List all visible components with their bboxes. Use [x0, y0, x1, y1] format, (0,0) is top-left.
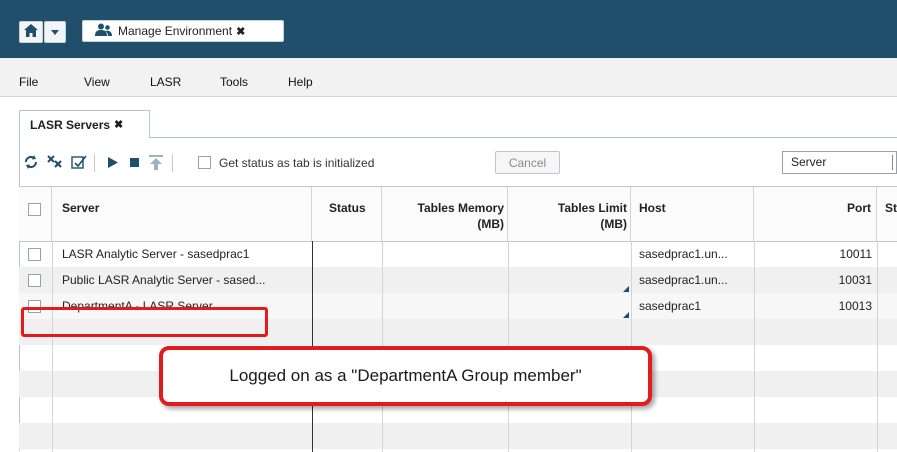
- column-header-label: Status: [329, 201, 366, 215]
- menu-bar: File View LASR Tools Help: [0, 58, 897, 97]
- column-header-label: Tables Limit: [557, 201, 627, 215]
- header-select-all: [19, 187, 52, 241]
- column-header-unit: (MB): [600, 217, 627, 231]
- close-icon[interactable]: ✖: [114, 118, 123, 131]
- status-on-init-label: Get status as tab is initialized: [219, 156, 375, 170]
- table-row[interactable]: Public LASR Analytic Server - sased... s…: [19, 267, 897, 293]
- home-menu-dropdown[interactable]: [44, 21, 66, 43]
- cell-server: LASR Analytic Server - sasedprac1: [62, 247, 250, 261]
- cell-port: 10011: [839, 247, 872, 261]
- select-divider: [892, 155, 893, 170]
- column-header-status[interactable]: Status: [312, 187, 382, 241]
- cell-host: sasedprac1: [639, 299, 702, 313]
- chevron-down-icon: [51, 25, 59, 39]
- column-header-tables-memory[interactable]: Tables Memory (MB): [382, 187, 508, 241]
- column-header-label: Server: [62, 201, 100, 215]
- cell-port: 10031: [838, 273, 872, 287]
- tab-label: LASR Servers: [30, 117, 111, 132]
- empty-row: [19, 423, 897, 449]
- row-highlight-annotation: [21, 307, 268, 337]
- manage-environment-tab[interactable]: Manage Environment ✖: [82, 20, 284, 42]
- menu-help[interactable]: Help: [288, 75, 313, 89]
- column-header-server[interactable]: Server: [52, 187, 312, 241]
- column-header-unit: (MB): [477, 217, 504, 231]
- toolbar: Get status as tab is initialized: [19, 144, 897, 180]
- column-header-host[interactable]: Host: [631, 187, 754, 241]
- home-icon: [24, 24, 38, 40]
- column-header-label: Tables Memory: [417, 201, 504, 215]
- cell-host: sasedprac1.un...: [639, 273, 728, 287]
- row-checkbox[interactable]: [28, 274, 41, 287]
- column-divider: [877, 241, 878, 452]
- cell-edit-indicator: [623, 286, 629, 292]
- load-table-icon[interactable]: [147, 154, 165, 170]
- table-row[interactable]: LASR Analytic Server - sasedprac1 sasedp…: [19, 241, 897, 267]
- start-icon[interactable]: [104, 154, 122, 170]
- tab-lasr-servers[interactable]: LASR Servers ✖: [19, 110, 150, 138]
- row-checkbox[interactable]: [28, 248, 41, 261]
- edit-icon[interactable]: [70, 154, 88, 170]
- column-divider: [754, 241, 755, 452]
- cell-host: sasedprac1.un...: [639, 247, 728, 261]
- cell-edit-indicator: [623, 312, 629, 318]
- cancel-button[interactable]: Cancel: [495, 151, 560, 174]
- filter-column-select[interactable]: Server: [782, 151, 897, 174]
- column-header-label: Port: [847, 201, 871, 215]
- column-header-port[interactable]: Port: [754, 187, 877, 241]
- cell-port: 10013: [838, 299, 872, 313]
- callout-annotation: Logged on as a "DepartmentA Group member…: [159, 346, 652, 406]
- column-divider: [52, 241, 53, 452]
- column-header-st[interactable]: St: [877, 187, 897, 241]
- toolbar-separator: [172, 154, 173, 172]
- menu-tools[interactable]: Tools: [220, 75, 248, 89]
- callout-text: Logged on as a "DepartmentA Group member…: [229, 366, 582, 385]
- toolbar-separator: [94, 154, 95, 172]
- filter-column-value: Server: [791, 155, 827, 169]
- select-all-checkbox[interactable]: [28, 203, 41, 216]
- menu-file[interactable]: File: [19, 75, 38, 89]
- clear-status-icon[interactable]: [46, 154, 64, 170]
- close-icon[interactable]: ✖: [236, 25, 245, 38]
- stop-icon[interactable]: [125, 154, 143, 170]
- column-header-label: Host: [639, 201, 666, 215]
- menu-view[interactable]: View: [84, 75, 110, 89]
- column-header-label: St: [885, 201, 897, 215]
- refresh-icon[interactable]: [22, 154, 40, 170]
- home-button[interactable]: [19, 21, 43, 43]
- menu-lasr[interactable]: LASR: [150, 75, 181, 89]
- cell-server: Public LASR Analytic Server - sased...: [62, 273, 266, 287]
- users-icon: [95, 23, 112, 39]
- status-on-init-checkbox[interactable]: [198, 156, 211, 169]
- column-header-tables-limit[interactable]: Tables Limit (MB): [508, 187, 631, 241]
- app-tab-title: Manage Environment: [118, 24, 233, 38]
